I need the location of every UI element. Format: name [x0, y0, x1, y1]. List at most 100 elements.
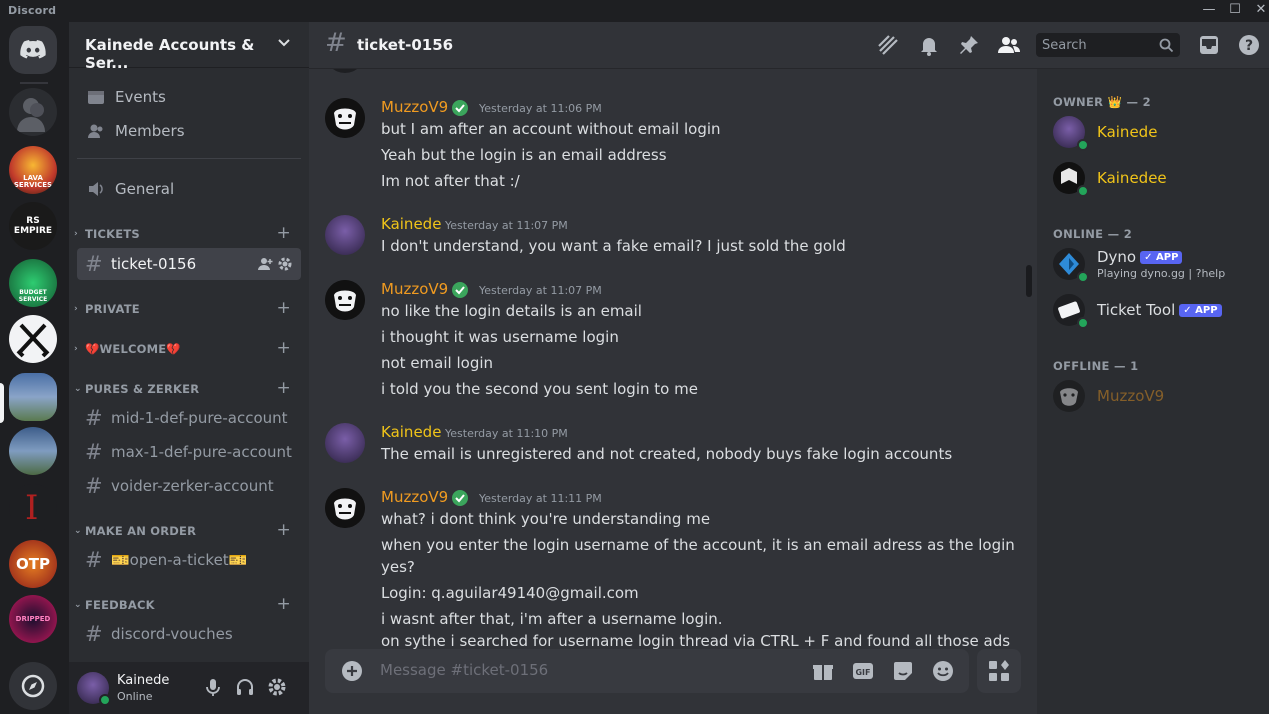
server-avatar-default[interactable]	[9, 88, 57, 136]
member-item[interactable]: Ticket Tool ✓ APP	[1045, 289, 1261, 331]
title-bar: Discord — ☐ ✕	[0, 0, 1269, 22]
emoji-icon[interactable]	[931, 659, 955, 683]
sticker-icon[interactable]	[891, 659, 915, 683]
server-rs-empire[interactable]: RS EMPIRE	[9, 202, 57, 250]
channel-general-voice[interactable]: General	[77, 173, 301, 205]
nav-members[interactable]: Members	[77, 115, 301, 147]
message-author[interactable]: Kainede	[381, 423, 441, 441]
add-channel-icon[interactable]: +	[277, 520, 291, 540]
pin-icon[interactable]	[957, 33, 981, 57]
category-tickets[interactable]: › TICKETS +	[73, 223, 301, 244]
member-item[interactable]: Kainedee	[1045, 157, 1261, 199]
message-text: Login: q.aguilar49140@gmail.com	[381, 584, 639, 602]
hash-icon: #	[85, 474, 103, 498]
user-status: Online	[117, 690, 153, 703]
category-welcome[interactable]: › 💔WELCOME💔 +	[73, 338, 301, 359]
message-composer: Message #ticket-0156 GIF	[309, 649, 1037, 714]
server-budget-service[interactable]: BUDGET SERVICE	[9, 259, 57, 307]
member-group-header: OFFLINE — 1	[1053, 359, 1139, 373]
gear-icon[interactable]	[277, 256, 293, 272]
add-channel-icon[interactable]: +	[277, 223, 291, 243]
member-item[interactable]: Kainede	[1045, 111, 1261, 153]
avatar[interactable]	[325, 423, 365, 463]
verified-badge-icon	[452, 282, 468, 298]
headphones-icon[interactable]	[234, 676, 256, 698]
gif-icon[interactable]: GIF	[851, 659, 875, 683]
server-lava-services[interactable]: LAVA SERVICES	[9, 146, 57, 194]
avatar[interactable]	[325, 280, 365, 320]
message-scrollbar[interactable]	[1025, 69, 1037, 649]
members-icon	[88, 124, 103, 138]
message-author[interactable]: MuzzoV9	[381, 280, 448, 298]
help-icon[interactable]: ?	[1237, 33, 1261, 57]
member-item[interactable]: Dyno ✓ APP Playing dyno.gg | ?help	[1045, 243, 1261, 285]
message-text: i told you the second you sent login to …	[381, 380, 698, 398]
member-list-icon[interactable]	[997, 33, 1021, 57]
svg-text:?: ?	[1245, 38, 1253, 54]
message-text: not email login	[381, 354, 494, 372]
verified-badge-icon	[452, 100, 468, 116]
inbox-icon[interactable]	[1197, 33, 1221, 57]
user-settings-gear-icon[interactable]	[266, 676, 288, 698]
server-rail: LAVA SERVICES RS EMPIRE BUDGET SERVICE I…	[0, 22, 69, 714]
invite-member-icon[interactable]	[258, 257, 273, 271]
hash-icon: #	[85, 622, 103, 646]
message-author[interactable]: MuzzoV9	[381, 488, 448, 506]
add-channel-icon[interactable]: +	[277, 338, 291, 358]
channel-title: ticket-0156	[357, 36, 454, 54]
avatar[interactable]	[325, 215, 365, 255]
channel-discord-vouches[interactable]: # discord-vouches	[77, 618, 301, 650]
gift-icon[interactable]	[811, 659, 835, 683]
scrollbar-thumb[interactable]	[1026, 265, 1032, 297]
channel-mid-1-def-pure-account[interactable]: # mid-1-def-pure-account	[77, 402, 301, 434]
channel-ticket-0156[interactable]: # ticket-0156	[77, 248, 301, 280]
close-icon[interactable]: ✕	[1251, 2, 1269, 20]
server-letter-i[interactable]: I	[9, 484, 57, 532]
apps-button[interactable]	[977, 649, 1021, 693]
search-icon	[1159, 38, 1174, 53]
threads-icon[interactable]	[876, 33, 900, 57]
member-item[interactable]: MuzzoV9	[1045, 375, 1261, 417]
microphone-icon[interactable]	[202, 676, 224, 698]
verified-badge-icon	[452, 490, 468, 506]
online-status-icon	[99, 694, 111, 706]
category-feedback[interactable]: ⌄ FEEDBACK +	[73, 594, 301, 615]
category-make-an-order[interactable]: ⌄ MAKE AN ORDER +	[73, 520, 301, 541]
channel-max-1-def-pure-account[interactable]: # max-1-def-pure-account	[77, 436, 301, 468]
add-attachment-icon[interactable]	[341, 660, 363, 682]
avatar[interactable]	[325, 488, 365, 528]
message-author[interactable]: MuzzoV9	[381, 98, 448, 116]
nav-events[interactable]: Events	[77, 81, 301, 113]
member-name: Kainede	[1097, 123, 1158, 141]
bell-icon[interactable]	[917, 33, 941, 57]
app-title: Discord	[8, 4, 57, 17]
member-list: OWNER 👑 — 2 Kainede Kainedee ONLINE — 2 …	[1037, 69, 1269, 714]
category-private[interactable]: › PRIVATE +	[73, 298, 301, 319]
guild-header[interactable]: Kainede Accounts & Ser...	[69, 22, 309, 72]
channel-voider-zerker-account[interactable]: # voider-zerker-account	[77, 470, 301, 502]
message-timestamp: Yesterday at 11:07 PM	[479, 284, 602, 297]
search-input[interactable]: Search	[1036, 33, 1180, 57]
home-button[interactable]	[9, 26, 57, 74]
message-list: MuzzoV9 Yesterday at 11:06 PM but I am a…	[309, 69, 1025, 649]
message-input[interactable]: Message #ticket-0156 GIF	[325, 649, 969, 693]
server-otp[interactable]: OTP	[9, 540, 57, 588]
add-channel-icon[interactable]: +	[277, 594, 291, 614]
explore-button[interactable]	[9, 662, 57, 710]
add-channel-icon[interactable]: +	[277, 298, 291, 318]
server-kainede-alt[interactable]	[9, 427, 57, 475]
server-swords[interactable]	[9, 315, 57, 363]
server-kainede[interactable]	[9, 373, 57, 421]
channel-sidebar: Kainede Accounts & Ser... Events Members…	[69, 22, 309, 714]
channel-open-a-ticket[interactable]: # 🎫open-a-ticket🎫	[77, 544, 301, 576]
category-pures-zerker[interactable]: ⌄ PURES & ZERKER +	[73, 378, 301, 399]
online-status-icon	[1077, 317, 1089, 329]
message-placeholder: Message #ticket-0156	[380, 661, 549, 679]
avatar[interactable]	[325, 98, 365, 138]
server-dripped[interactable]: DRIPPED	[9, 595, 57, 643]
minimize-icon[interactable]: —	[1199, 2, 1219, 20]
maximize-icon[interactable]: ☐	[1225, 2, 1245, 20]
add-channel-icon[interactable]: +	[277, 378, 291, 398]
message-author[interactable]: Kainede	[381, 215, 441, 233]
gorilla-avatar-icon	[325, 98, 365, 138]
